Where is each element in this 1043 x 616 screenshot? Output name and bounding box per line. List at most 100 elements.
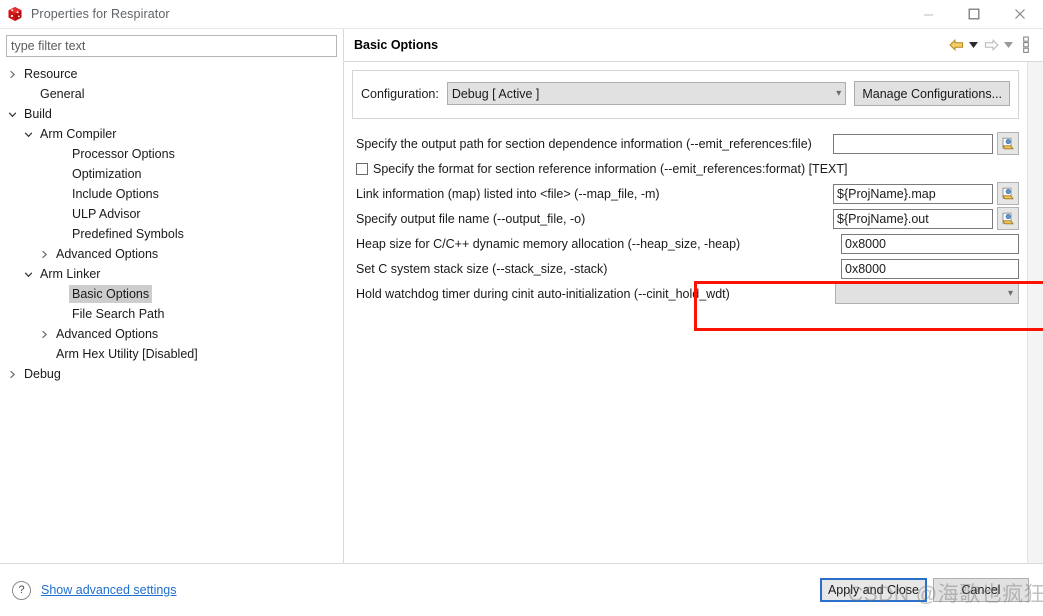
window-title-bar: Properties for Respirator	[0, 0, 1043, 29]
sidebar-item-label: Predefined Symbols	[72, 227, 184, 241]
option-control: ▾	[835, 283, 1019, 304]
cancel-button[interactable]: Cancel	[933, 578, 1029, 602]
chevron-down-icon: ▾	[836, 88, 842, 99]
apply-and-close-button[interactable]: Apply and Close	[819, 578, 927, 602]
sidebar-item-build[interactable]: Build	[0, 104, 343, 124]
dialog-body: Resource General Build Arm Compiler Processo…	[0, 29, 1043, 563]
chevron-down-icon[interactable]	[6, 108, 19, 121]
configuration-row: Configuration: Debug [ Active ] ▾ Manage…	[361, 81, 1010, 106]
minimize-icon[interactable]	[905, 0, 951, 28]
option-label: Heap size for C/C++ dynamic memory alloc…	[356, 236, 741, 251]
dialog-footer: ? Show advanced settings Apply and Close…	[0, 563, 1043, 616]
option-control	[833, 182, 1019, 205]
option-control	[833, 207, 1019, 230]
configuration-label: Configuration:	[361, 86, 439, 101]
content-scrollbar[interactable]	[1027, 62, 1043, 563]
sidebar-item-advanced-options[interactable]: Advanced Options	[0, 244, 343, 264]
sidebar-item-label: Arm Compiler	[40, 127, 117, 141]
sidebar-item-label: Build	[24, 107, 52, 121]
emit-references-file-row-input[interactable]	[833, 133, 993, 154]
filter-container	[0, 29, 343, 61]
sidebar-item-label: Arm Hex Utility [Disabled]	[56, 347, 198, 361]
page-header: Basic Options	[344, 29, 1043, 62]
page-header-toolbar	[947, 35, 1039, 55]
chevron-right-icon[interactable]	[6, 68, 19, 81]
close-icon[interactable]	[997, 0, 1043, 28]
page-scroll-region: Configuration: Debug [ Active ] ▾ Manage…	[344, 62, 1043, 563]
back-dropdown-icon[interactable]	[967, 35, 980, 55]
back-arrow-icon[interactable]	[947, 35, 965, 55]
sidebar-item-file-search-path[interactable]: File Search Path	[0, 304, 343, 324]
sidebar-item-label: Optimization	[72, 167, 142, 181]
checkbox-icon[interactable]	[356, 162, 368, 175]
map-file-row-browse-button[interactable]	[997, 182, 1019, 205]
option-label: Hold watchdog timer during cinit auto-in…	[356, 286, 730, 301]
option-label: Specify the output path for section depe…	[356, 136, 812, 151]
chevron-down-icon[interactable]	[22, 268, 35, 281]
option-control	[841, 233, 1019, 254]
sidebar-item-include-options[interactable]: Include Options	[0, 184, 343, 204]
sidebar-item-label: Processor Options	[72, 147, 175, 161]
heap-size-row: Heap size for C/C++ dynamic memory alloc…	[352, 231, 1019, 256]
question-mark-icon[interactable]: ?	[12, 580, 31, 600]
option-control	[841, 258, 1019, 279]
forward-arrow-icon	[982, 35, 1000, 55]
emit-references-format-row: Specify the format for section reference…	[352, 156, 1019, 181]
output-file-row: Specify output file name (--output_file,…	[352, 206, 1019, 231]
configuration-select[interactable]: Debug [ Active ] ▾	[446, 82, 847, 105]
option-label: Set C system stack size (--stack_size, -…	[356, 261, 608, 276]
chevron-down-icon[interactable]	[22, 128, 35, 141]
sidebar-item-general[interactable]: General	[0, 84, 343, 104]
sidebar-item-label: File Search Path	[72, 307, 165, 321]
heap-size-row-input[interactable]	[841, 233, 1019, 254]
settings-content-pane: Basic Options Configuration: Debug [Act…	[344, 29, 1043, 563]
emit-references-format-row-checkbox-group[interactable]: Specify the format for section reference…	[356, 162, 847, 176]
sidebar-item-arm-linker[interactable]: Arm Linker	[0, 264, 343, 284]
forward-dropdown-icon	[1002, 35, 1015, 55]
map-file-row-input[interactable]	[833, 183, 993, 204]
chevron-right-icon[interactable]	[38, 248, 51, 261]
content-scrollbar-thumb[interactable]	[1029, 62, 1041, 563]
sidebar-item-label: Advanced Options	[56, 247, 159, 261]
sidebar-item-predefined-symbols[interactable]: Predefined Symbols	[0, 224, 343, 244]
sidebar-item-label: Debug	[24, 367, 61, 381]
options-area: Configuration: Debug [ Active ] ▾ Manage…	[344, 62, 1027, 563]
sidebar-item-debug[interactable]: Debug	[0, 364, 343, 384]
chevron-right-icon[interactable]	[6, 368, 19, 381]
stack-size-row: Set C system stack size (--stack_size, -…	[352, 256, 1019, 281]
sidebar-item-optimization[interactable]: Optimization	[0, 164, 343, 184]
manage-configurations-button[interactable]: Manage Configurations...	[854, 81, 1010, 106]
map-file-row: Link information (map) listed into <file…	[352, 181, 1019, 206]
maximize-icon[interactable]	[951, 0, 997, 28]
emit-references-file-row-browse-button[interactable]	[997, 132, 1019, 155]
sidebar-item-processor-options[interactable]: Processor Options	[0, 144, 343, 164]
sidebar-item-label: Advanced Options	[56, 327, 159, 341]
sidebar-item-advanced-options[interactable]: Advanced Options	[0, 324, 343, 344]
footer-buttons: Apply and Close Cancel	[819, 578, 1029, 602]
red-cube-icon	[7, 6, 23, 22]
option-label: Specify output file name (--output_file,…	[356, 211, 586, 226]
chevron-right-icon[interactable]	[38, 328, 51, 341]
show-advanced-settings-link[interactable]: Show advanced settings	[41, 583, 177, 597]
sidebar-item-arm-hex-utility-disabled[interactable]: Arm Hex Utility [Disabled]	[0, 344, 343, 364]
configuration-group: Configuration: Debug [ Active ] ▾ Manage…	[352, 70, 1019, 119]
output-file-row-browse-button[interactable]	[997, 207, 1019, 230]
stack-size-row-input[interactable]	[841, 258, 1019, 279]
sidebar-item-label: ULP Advisor	[72, 207, 141, 221]
sidebar-item-arm-compiler[interactable]: Arm Compiler	[0, 124, 343, 144]
sidebar-item-resource[interactable]: Resource	[0, 64, 343, 84]
cinit-hold-wdt-row-dropdown[interactable]: ▾	[835, 283, 1019, 304]
sidebar-item-basic-options[interactable]: Basic Options	[0, 284, 343, 304]
filter-input[interactable]	[6, 35, 337, 57]
sidebar-item-ulp-advisor[interactable]: ULP Advisor	[0, 204, 343, 224]
view-menu-icon[interactable]	[1017, 35, 1035, 55]
window-title: Properties for Respirator	[31, 7, 170, 21]
settings-tree: Resource General Build Arm Compiler Processo…	[0, 61, 343, 563]
output-file-row-input[interactable]	[833, 208, 993, 229]
